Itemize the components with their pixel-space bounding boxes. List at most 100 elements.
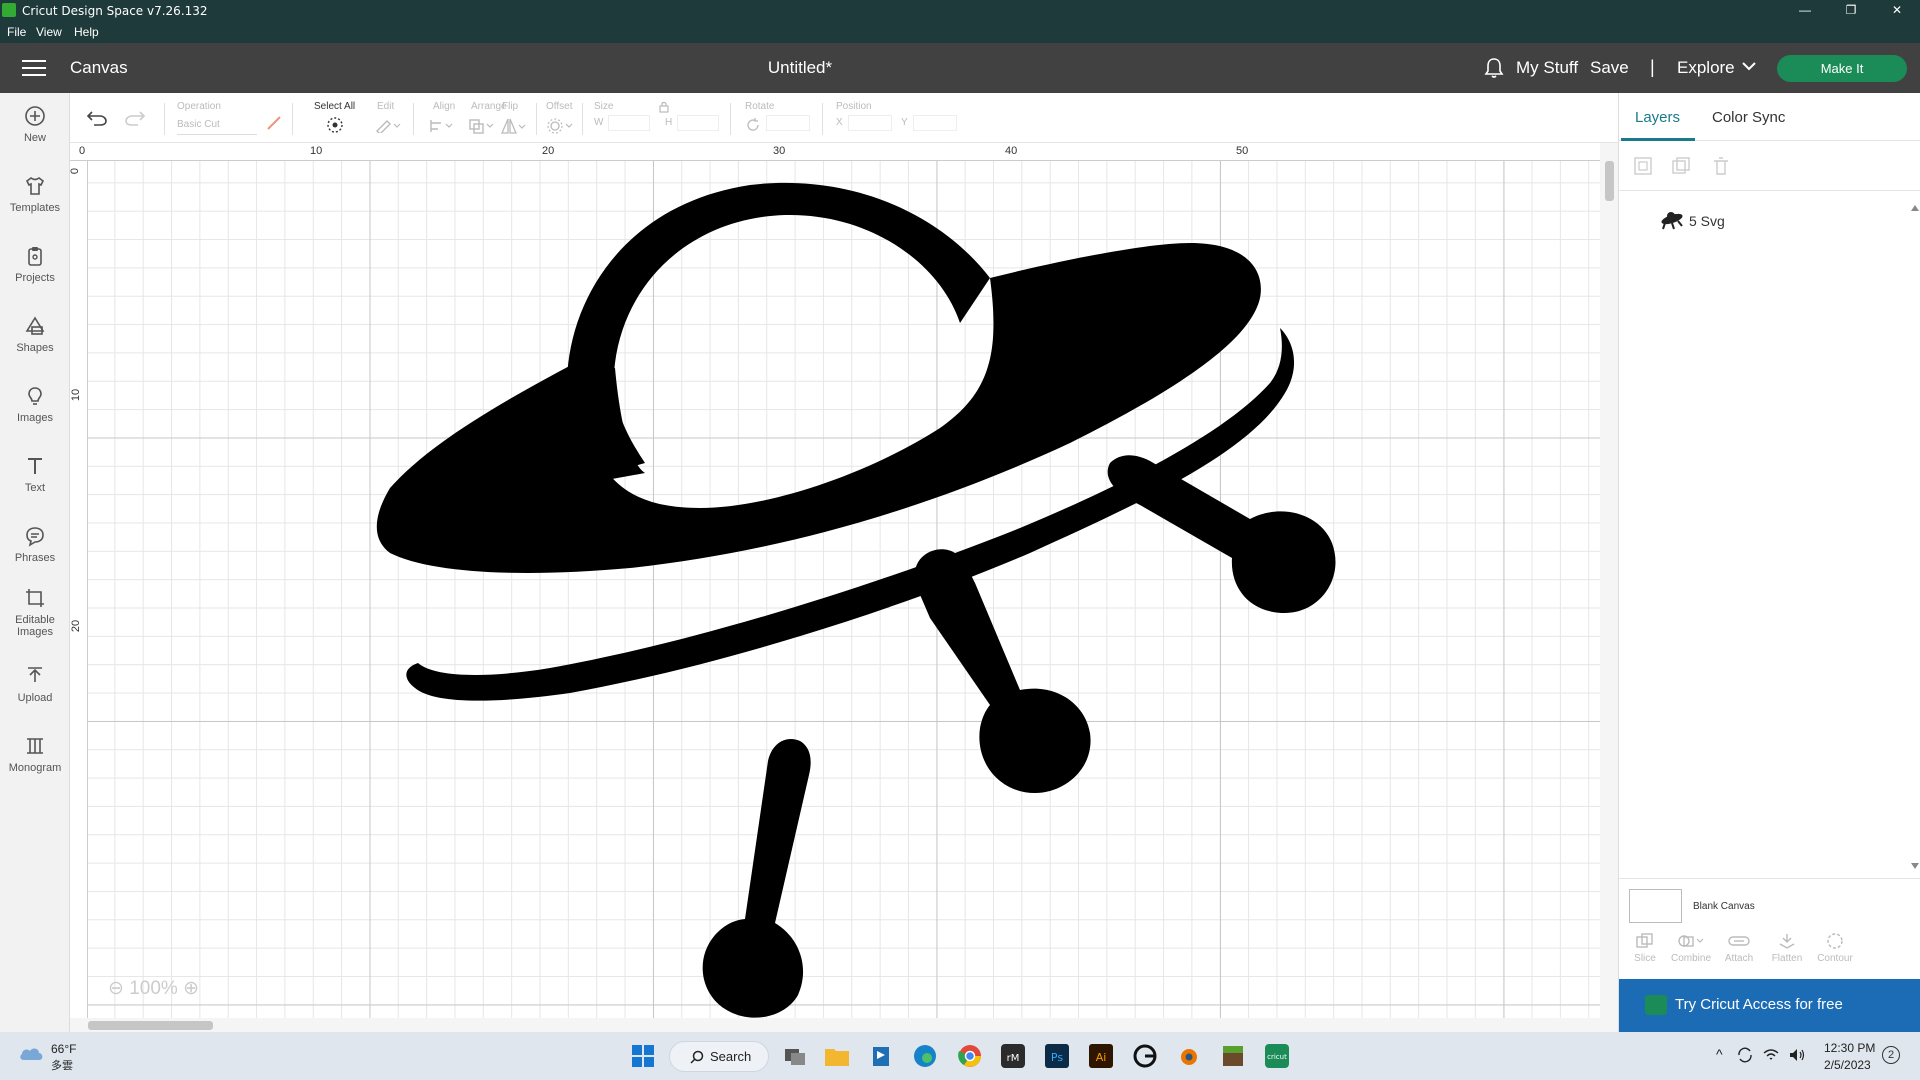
task-view-icon[interactable] — [780, 1041, 810, 1071]
slice-button[interactable]: Slice — [1623, 932, 1667, 964]
sidebar-item-upload[interactable]: Upload — [0, 665, 70, 704]
canvas-color-swatch[interactable] — [1629, 889, 1682, 923]
toolbar-divider — [164, 103, 165, 135]
minimize-button[interactable]: — — [1782, 0, 1828, 21]
edit-toolbar: Operation Basic Cut Select All Edit Alig… — [70, 93, 1618, 143]
scroll-down-icon[interactable] — [1911, 863, 1919, 869]
layer-name: 5 Svg — [1689, 213, 1725, 229]
minecraft-icon[interactable] — [1218, 1041, 1248, 1071]
zoom-in-icon[interactable]: ⊕ — [183, 978, 199, 999]
height-input[interactable] — [677, 115, 719, 131]
undo-icon[interactable] — [86, 109, 108, 127]
panel-scrollbar[interactable] — [1909, 205, 1920, 870]
sync-icon[interactable] — [1736, 1046, 1754, 1064]
sidebar-item-text[interactable]: Text — [0, 455, 70, 494]
header-separator: | — [1650, 57, 1655, 77]
illustrator-icon[interactable]: Ai — [1086, 1041, 1116, 1071]
sidebar-item-editable-images[interactable]: Editable Images — [0, 587, 70, 638]
my-stuff-link[interactable]: My Stuff — [1516, 58, 1578, 78]
select-all-label[interactable]: Select All — [314, 101, 355, 112]
combine-button[interactable]: Combine — [1669, 932, 1713, 964]
bell-icon[interactable] — [1484, 57, 1504, 79]
clock-time[interactable]: 12:30 PM — [1824, 1041, 1875, 1055]
close-button[interactable]: ✕ — [1874, 0, 1920, 21]
toolbar-divider — [413, 103, 414, 135]
select-all-icon[interactable] — [325, 115, 345, 135]
menu-help[interactable]: Help — [74, 25, 99, 39]
contour-button[interactable]: Contour — [1813, 932, 1857, 964]
clock-date[interactable]: 2/5/2023 — [1824, 1058, 1871, 1072]
flatten-button[interactable]: Flatten — [1765, 932, 1809, 964]
offset-icon — [547, 118, 573, 134]
volume-icon[interactable] — [1788, 1046, 1806, 1064]
explore-menu[interactable]: Explore — [1677, 58, 1735, 78]
position-y-label: Y — [901, 117, 908, 128]
photoshop-icon[interactable]: Ps — [1042, 1041, 1072, 1071]
position-y-input[interactable] — [913, 115, 957, 131]
scroll-thumb[interactable] — [88, 1021, 213, 1030]
vertical-scrollbar[interactable] — [1600, 143, 1618, 1018]
operation-select[interactable]: Basic Cut — [177, 119, 257, 135]
sidebar-item-templates[interactable]: Templates — [0, 175, 70, 214]
cricut-access-banner[interactable]: Try Cricut Access for free — [1619, 979, 1920, 1032]
size-label: Size — [594, 101, 614, 112]
scroll-up-icon[interactable] — [1911, 205, 1919, 211]
sidebar-item-new[interactable]: New — [0, 105, 70, 144]
rotate-input[interactable] — [766, 115, 810, 131]
clipboard-icon — [28, 247, 42, 266]
blender-icon[interactable] — [1173, 1041, 1203, 1071]
wifi-icon[interactable] — [1762, 1046, 1780, 1064]
pen-color-icon[interactable] — [266, 115, 282, 131]
sidebar-item-monogram[interactable]: Monogram — [0, 735, 70, 774]
text-icon — [28, 458, 42, 474]
trash-icon[interactable] — [1711, 156, 1731, 176]
sidebar-item-images[interactable]: Images — [0, 385, 70, 424]
windows-start-icon[interactable] — [628, 1041, 658, 1071]
edge-icon[interactable] — [910, 1041, 940, 1071]
make-it-button[interactable]: Make It — [1777, 55, 1907, 82]
group-icon[interactable] — [1633, 156, 1653, 176]
zoom-out-icon[interactable]: ⊖ — [108, 978, 124, 999]
redo-icon[interactable] — [124, 109, 146, 127]
save-button[interactable]: Save — [1590, 58, 1629, 78]
attach-button[interactable]: Attach — [1717, 932, 1761, 964]
chrome-icon[interactable] — [955, 1041, 985, 1071]
sidebar-label-templates: Templates — [9, 202, 61, 214]
duplicate-icon[interactable] — [1671, 156, 1691, 176]
layer-row[interactable]: 5 Svg — [1619, 205, 1909, 235]
app-g-icon[interactable] — [1130, 1041, 1160, 1071]
size-w-label: W — [594, 117, 604, 128]
panel-tabs: Layers Color Sync — [1619, 93, 1920, 141]
width-input[interactable] — [608, 115, 650, 131]
horizontal-scrollbar[interactable] — [70, 1018, 1618, 1032]
restore-button[interactable]: ❐ — [1828, 0, 1874, 21]
zoom-control[interactable]: ⊖ 100% ⊕ — [108, 977, 199, 1000]
app-rm-icon[interactable]: rM — [998, 1041, 1028, 1071]
scroll-thumb[interactable] — [1605, 161, 1614, 201]
sidebar-item-shapes[interactable]: Shapes — [0, 315, 70, 354]
notification-badge[interactable]: 2 — [1882, 1046, 1900, 1064]
tab-color-sync[interactable]: Color Sync — [1712, 109, 1785, 126]
attach-icon — [1728, 936, 1750, 946]
lock-icon[interactable] — [659, 101, 669, 113]
taskbar-search[interactable]: Search — [669, 1041, 769, 1072]
tab-layers[interactable]: Layers — [1635, 109, 1680, 126]
plus-circle-icon — [25, 106, 45, 126]
blank-canvas-row[interactable]: Blank Canvas — [1619, 878, 1920, 923]
cricut-access-label: Try Cricut Access for free — [1675, 996, 1843, 1013]
menu-view[interactable]: View — [36, 25, 62, 39]
store-icon[interactable] — [866, 1041, 896, 1071]
cricut-taskbar-icon[interactable]: cricut — [1262, 1041, 1292, 1071]
tray-chevron-up-icon[interactable]: ^ — [1716, 1046, 1723, 1062]
menu-file[interactable]: File — [7, 25, 26, 39]
position-x-input[interactable] — [848, 115, 892, 131]
ufo-design-image[interactable] — [70, 143, 1600, 1018]
design-canvas[interactable]: 0 10 20 30 40 50 0 10 20 ⊖ 100% ⊕ — [70, 143, 1618, 1032]
position-x-label: X — [836, 117, 843, 128]
sidebar-item-phrases[interactable]: Phrases — [0, 525, 70, 564]
sidebar-item-projects[interactable]: Projects — [0, 245, 70, 284]
file-explorer-icon[interactable] — [822, 1041, 852, 1071]
cloud-icon[interactable] — [18, 1045, 44, 1061]
chevron-down-icon[interactable] — [1742, 61, 1756, 71]
sidebar-label-projects: Projects — [15, 272, 55, 284]
